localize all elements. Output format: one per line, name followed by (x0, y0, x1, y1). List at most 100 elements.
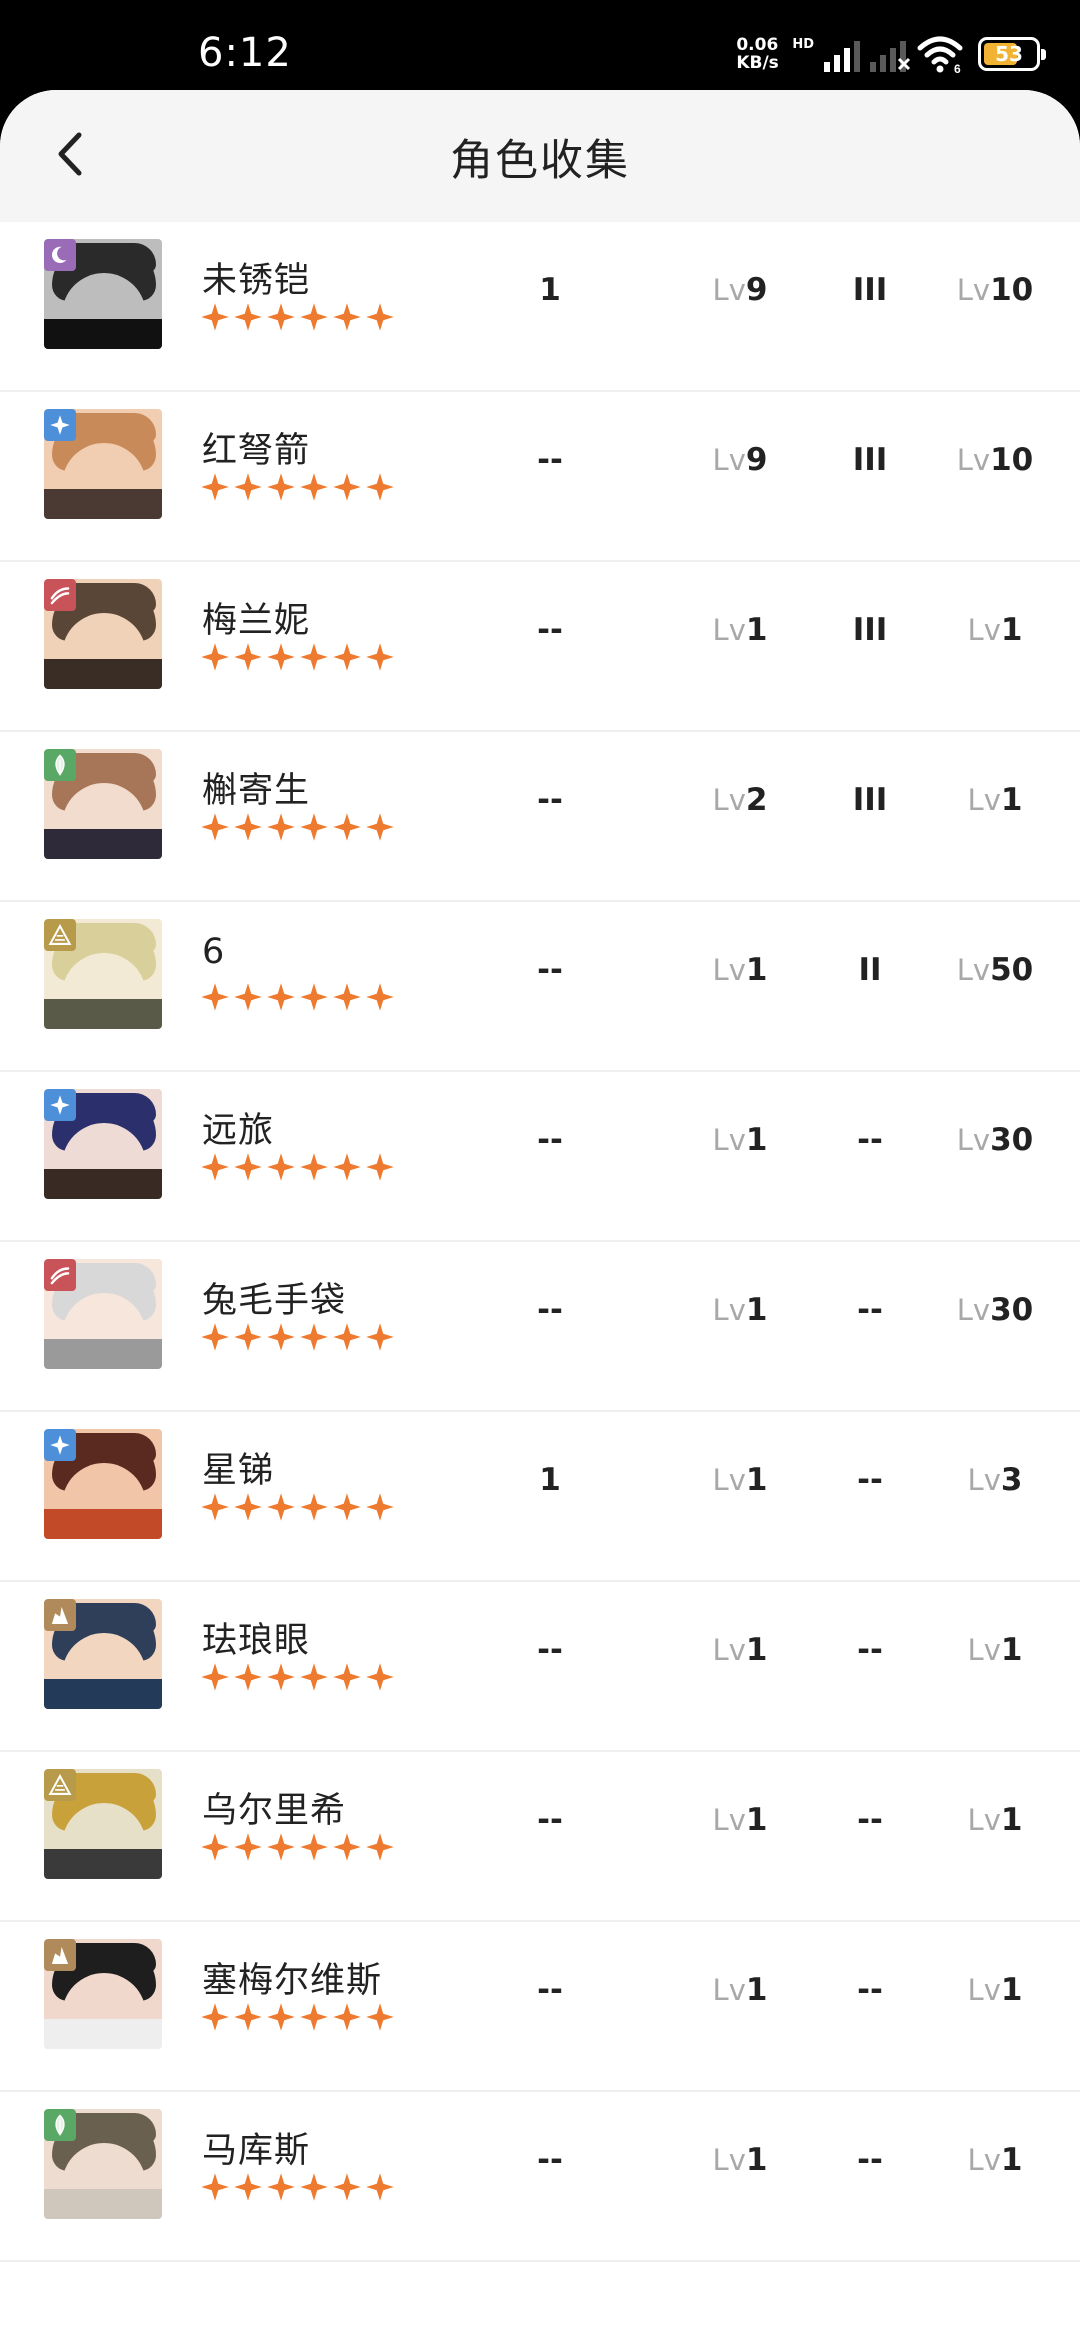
rarity-star-icon (201, 473, 229, 501)
character-row[interactable]: 梅兰妮 -- Lv1 III Lv1 (0, 562, 1080, 732)
character-avatar (44, 1599, 162, 1709)
portray-value: -- (537, 442, 563, 478)
character-row[interactable]: 未锈铠 1 Lv9 III Lv10 (0, 222, 1080, 392)
rarity-star-icon (300, 2003, 328, 2031)
rarity-star-icon (366, 1323, 394, 1351)
portray-value: -- (537, 1802, 563, 1838)
afflatus-spirit-icon (44, 239, 76, 271)
rarity-star-icon (300, 1493, 328, 1521)
rarity-star-icon (267, 1323, 295, 1351)
afflatus-star-icon (44, 1429, 76, 1461)
psychube-level-value: Lv3 (967, 1462, 1023, 1498)
network-speed: 0.06 KB/s (736, 35, 779, 73)
rarity-star-icon (366, 303, 394, 331)
portray-value: -- (537, 612, 563, 648)
rarity-star-icon (333, 1833, 361, 1861)
portray-value: -- (537, 1292, 563, 1328)
portray-value: 1 (539, 1462, 561, 1498)
portray-value: 1 (539, 272, 561, 308)
rarity-star-icon (267, 983, 295, 1011)
rarity-star-icon (300, 1323, 328, 1351)
character-name: 星锑 (202, 1451, 275, 1491)
insight-value: -- (857, 1292, 883, 1328)
character-row[interactable]: 6 -- Lv1 II Lv50 (0, 902, 1080, 1072)
psychube-level-value: Lv1 (967, 2142, 1023, 2178)
character-list: 未锈铠 1 Lv9 III Lv10 红弩箭 -- Lv9 III Lv10 梅… (0, 222, 1080, 2262)
status-time: 6:12 (198, 30, 292, 76)
level-value: Lv1 (712, 1632, 768, 1668)
rarity-star-icon (366, 1663, 394, 1691)
character-row[interactable]: 远旅 -- Lv1 -- Lv30 (0, 1072, 1080, 1242)
rarity-stars (200, 472, 398, 502)
level-value: Lv1 (712, 1462, 768, 1498)
rarity-star-icon (267, 643, 295, 671)
psychube-level-value: Lv10 (956, 442, 1034, 478)
psychube-level-value: Lv1 (967, 1632, 1023, 1668)
wifi-icon: 6 (917, 36, 963, 74)
character-row[interactable]: 兔毛手袋 -- Lv1 -- Lv30 (0, 1242, 1080, 1412)
level-value: Lv1 (712, 1292, 768, 1328)
character-name: 塞梅尔维斯 (202, 1961, 383, 2001)
rarity-star-icon (333, 473, 361, 501)
level-value: Lv1 (712, 1802, 768, 1838)
insight-value: -- (857, 1972, 883, 2008)
rarity-star-icon (333, 2003, 361, 2031)
character-row[interactable]: 星锑 1 Lv1 -- Lv3 (0, 1412, 1080, 1582)
rarity-star-icon (333, 643, 361, 671)
level-value: Lv1 (712, 2142, 768, 2178)
insight-value: -- (857, 2142, 883, 2178)
rarity-star-icon (300, 1833, 328, 1861)
character-row[interactable]: 珐琅眼 -- Lv1 -- Lv1 (0, 1582, 1080, 1752)
rarity-star-icon (267, 473, 295, 501)
character-row[interactable]: 乌尔里希 -- Lv1 -- Lv1 (0, 1752, 1080, 1922)
rarity-star-icon (201, 2173, 229, 2201)
character-row[interactable]: 马库斯 -- Lv1 -- Lv1 (0, 2092, 1080, 2262)
portray-value: -- (537, 782, 563, 818)
character-name: 梅兰妮 (202, 601, 311, 641)
rarity-stars (200, 2172, 398, 2202)
rarity-stars (200, 1492, 398, 1522)
portray-value: -- (537, 952, 563, 988)
level-value: Lv9 (712, 442, 768, 478)
status-bar: 6:12 0.06 KB/s HD 6 53 (0, 0, 1080, 95)
psychube-level-value: Lv10 (956, 272, 1034, 308)
rarity-star-icon (201, 983, 229, 1011)
level-value: Lv9 (712, 272, 768, 308)
afflatus-plant-icon (44, 749, 76, 781)
character-avatar (44, 1769, 162, 1879)
afflatus-beast-icon (44, 579, 76, 611)
signal-strength-icon (824, 36, 860, 72)
psychube-level-value: Lv30 (956, 1292, 1034, 1328)
character-row[interactable]: 塞梅尔维斯 -- Lv1 -- Lv1 (0, 1922, 1080, 2092)
rarity-star-icon (366, 1153, 394, 1181)
rarity-star-icon (333, 1323, 361, 1351)
rarity-star-icon (366, 473, 394, 501)
rarity-star-icon (300, 983, 328, 1011)
character-name: 珐琅眼 (202, 1621, 311, 1661)
rarity-star-icon (333, 1493, 361, 1521)
battery-icon: 53 (978, 37, 1046, 71)
insight-value: III (852, 442, 888, 478)
character-row[interactable]: 槲寄生 -- Lv2 III Lv1 (0, 732, 1080, 902)
rarity-star-icon (234, 1663, 262, 1691)
character-name: 兔毛手袋 (202, 1281, 347, 1321)
afflatus-star-icon (44, 1089, 76, 1121)
character-avatar (44, 239, 162, 349)
portray-value: -- (537, 1972, 563, 2008)
rarity-star-icon (201, 643, 229, 671)
character-avatar (44, 409, 162, 519)
character-row[interactable]: 红弩箭 -- Lv9 III Lv10 (0, 392, 1080, 562)
insight-value: -- (857, 1122, 883, 1158)
rarity-star-icon (300, 1663, 328, 1691)
afflatus-intellect-icon (44, 919, 76, 951)
character-avatar (44, 919, 162, 1029)
character-avatar (44, 1939, 162, 2049)
rarity-star-icon (333, 983, 361, 1011)
rarity-stars (200, 1662, 398, 1692)
level-value: Lv1 (712, 952, 768, 988)
rarity-stars (200, 982, 398, 1012)
signal-strength-2-icon (870, 36, 911, 72)
rarity-star-icon (234, 303, 262, 331)
rarity-star-icon (300, 473, 328, 501)
rarity-star-icon (234, 983, 262, 1011)
